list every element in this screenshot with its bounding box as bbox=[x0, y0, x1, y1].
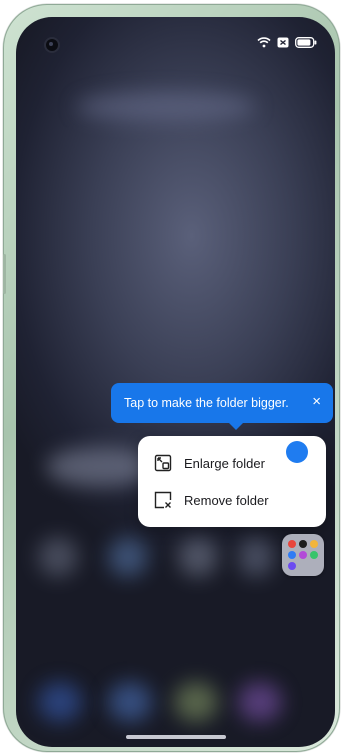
blurred-dock-icon bbox=[108, 682, 152, 722]
tooltip-arrow bbox=[229, 423, 243, 430]
menu-item-remove-folder[interactable]: Remove folder bbox=[138, 482, 326, 518]
blurred-dock-icon bbox=[238, 682, 282, 722]
folder-app-thumbnail bbox=[288, 562, 296, 570]
front-camera bbox=[46, 39, 58, 51]
home-indicator[interactable] bbox=[125, 735, 226, 739]
phone-frame: Tap to make the folder bigger. × Enlarge… bbox=[3, 4, 340, 752]
folder-app-thumbnail bbox=[299, 540, 307, 548]
folder-app-thumbnail bbox=[288, 551, 296, 559]
enlarge-folder-icon bbox=[154, 454, 172, 472]
blurred-dock-icon bbox=[38, 682, 82, 722]
wifi-icon bbox=[257, 37, 271, 48]
battery-icon bbox=[295, 36, 317, 48]
home-screen: Tap to make the folder bigger. × Enlarge… bbox=[16, 17, 335, 747]
folder-app-thumbnail bbox=[310, 540, 318, 548]
touch-indicator bbox=[286, 441, 308, 463]
app-folder-icon[interactable] bbox=[282, 534, 324, 576]
menu-item-label: Remove folder bbox=[184, 492, 269, 508]
status-bar-icons bbox=[257, 36, 317, 48]
blurred-app-icon bbox=[108, 537, 148, 577]
blurred-app-icon bbox=[238, 537, 274, 577]
close-icon[interactable]: × bbox=[312, 393, 321, 411]
remove-folder-icon bbox=[154, 491, 172, 509]
sim-icon bbox=[277, 37, 289, 47]
tooltip-text: Tap to make the folder bigger. bbox=[124, 396, 289, 410]
screenshot-page: Tap to make the folder bigger. × Enlarge… bbox=[0, 0, 346, 756]
menu-item-label: Enlarge folder bbox=[184, 455, 265, 471]
folder-app-thumbnail bbox=[299, 551, 307, 559]
blurred-widget bbox=[76, 92, 256, 122]
blurred-app-icon bbox=[38, 537, 78, 577]
folder-tip-tooltip: Tap to make the folder bigger. × bbox=[111, 383, 333, 430]
folder-app-thumbnail bbox=[310, 551, 318, 559]
blurred-app-icon bbox=[178, 537, 218, 577]
blurred-dock-icon bbox=[174, 682, 218, 722]
folder-app-thumbnail bbox=[288, 540, 296, 548]
volume-button bbox=[3, 254, 6, 294]
